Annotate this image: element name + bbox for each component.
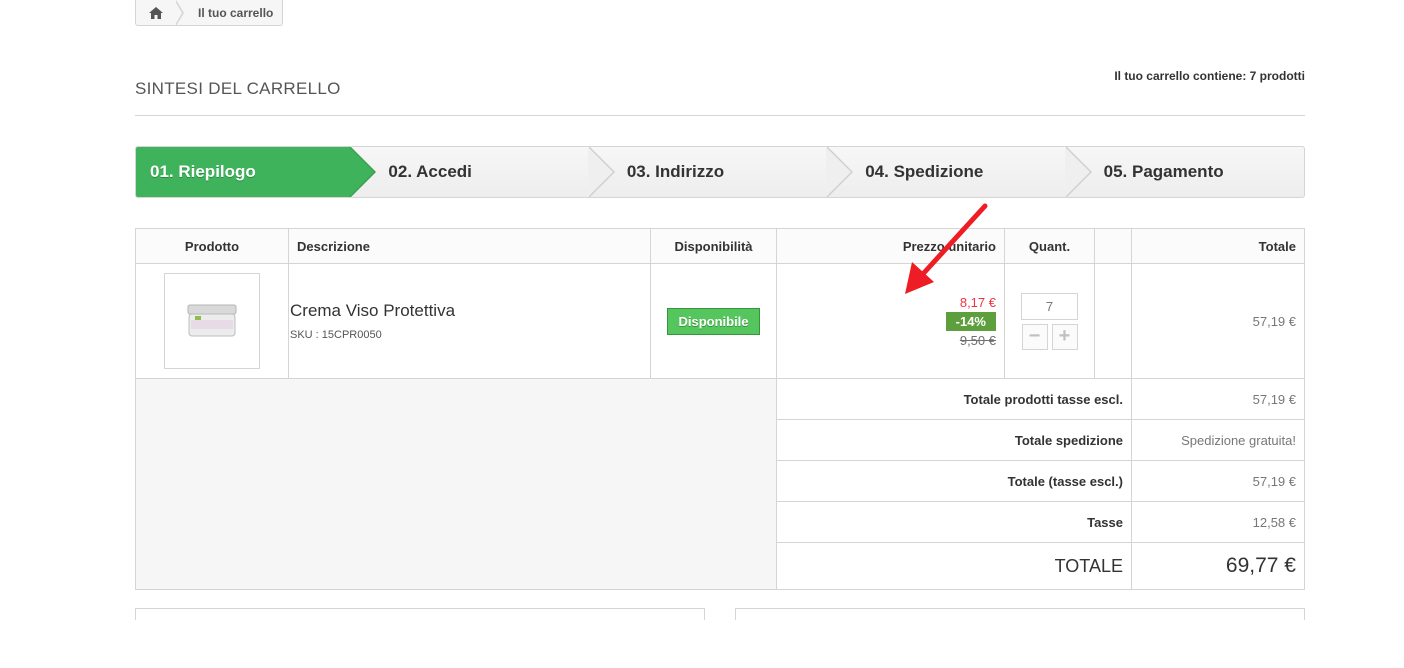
header-total: Totale <box>1131 228 1305 264</box>
total-excl-label: Totale (tasse escl.) <box>776 460 1132 502</box>
product-image[interactable] <box>164 273 260 369</box>
step-arrow <box>826 147 854 197</box>
breadcrumb-current: Il tuo carrello <box>198 5 274 20</box>
step-shipping[interactable]: 04. Spedizione <box>827 147 1092 197</box>
footer-row-products: Totale prodotti tasse escl. 57,19 € <box>135 378 1305 590</box>
cart-item-counter: Il tuo carrello contiene: 7 prodotti <box>1114 69 1305 83</box>
quantity-decrease-button[interactable]: − <box>1021 323 1048 350</box>
page-bottom-blank <box>0 620 1404 668</box>
total-shipping-label: Totale spedizione <box>776 419 1132 461</box>
quantity-cell: 7 − + <box>1004 263 1095 379</box>
step-label: 01. Riepilogo <box>150 162 256 181</box>
header-quantity: Quant. <box>1004 228 1095 264</box>
grand-total-value: 69,77 € <box>1131 542 1305 590</box>
product-image-cell <box>135 263 289 379</box>
tax-label: Tasse <box>776 501 1132 543</box>
step-label: 02. Accedi <box>388 162 472 181</box>
step-login[interactable]: 02. Accedi <box>350 147 615 197</box>
availability-cell: Disponibile <box>650 263 777 379</box>
step-label: 04. Spedizione <box>865 162 984 181</box>
delete-cell <box>1094 263 1132 379</box>
product-sku: SKU : 15CPR0050 <box>290 329 382 341</box>
step-label: 03. Indirizzo <box>626 162 725 181</box>
product-description-cell: Crema Viso Protettiva SKU : 15CPR0050 <box>288 263 651 379</box>
special-price: 8,17 € <box>959 294 996 310</box>
step-arrow <box>1064 147 1092 197</box>
quantity-increase-button[interactable]: + <box>1051 323 1078 350</box>
header-delete <box>1094 228 1132 264</box>
breadcrumb-separator <box>175 0 184 26</box>
heading-divider <box>135 115 1305 116</box>
product-name-link[interactable]: Crema Viso Protettiva <box>290 301 649 321</box>
total-excl-value: 57,19 € <box>1131 460 1305 502</box>
quantity-input[interactable]: 7 <box>1021 292 1078 320</box>
step-address[interactable]: 03. Indirizzo <box>589 147 854 197</box>
breadcrumb: Il tuo carrello <box>135 0 283 26</box>
step-arrow <box>349 147 377 197</box>
total-products-label: Totale prodotti tasse escl. <box>776 378 1132 420</box>
cart-summary-table: Prodotto Descrizione Disponibilità Prezz… <box>135 228 1305 590</box>
step-summary[interactable]: 01. Riepilogo <box>136 147 377 197</box>
checkout-steps: 01. Riepilogo 02. Accedi 03. Indirizzo 0… <box>135 146 1305 198</box>
unit-price-cell: 8,17 € -14% 9,50 € <box>776 263 1005 379</box>
minus-icon: − <box>1028 324 1041 347</box>
header-unit-price: Prezzo unitario <box>776 228 1005 264</box>
quantity-stepper: − + <box>1006 323 1093 350</box>
total-shipping-value: Spedizione gratuita! <box>1131 419 1305 461</box>
breadcrumb-home-link[interactable] <box>136 0 176 25</box>
plus-icon: + <box>1058 324 1071 347</box>
step-payment[interactable]: 05. Pagamento <box>1066 147 1304 197</box>
header-description: Descrizione <box>288 228 651 264</box>
discount-badge: -14% <box>945 311 996 331</box>
table-header-row: Prodotto Descrizione Disponibilità Prezz… <box>135 228 1305 264</box>
cream-jar-icon <box>187 304 237 337</box>
header-availability: Disponibilità <box>650 228 777 264</box>
header-product: Prodotto <box>135 228 289 264</box>
step-label: 05. Pagamento <box>1103 162 1224 181</box>
tax-value: 12,58 € <box>1131 501 1305 543</box>
availability-badge: Disponibile <box>667 307 760 335</box>
old-price: 9,50 € <box>959 332 996 348</box>
home-icon <box>149 6 163 19</box>
step-arrow <box>587 147 615 197</box>
grand-total-label: TOTALE <box>776 542 1132 590</box>
table-row: Crema Viso Protettiva SKU : 15CPR0050 Di… <box>135 263 1305 379</box>
total-products-value: 57,19 € <box>1131 378 1305 420</box>
row-total: 57,19 € <box>1131 263 1305 379</box>
footer-empty-area <box>135 378 777 590</box>
page-title: SINTESI DEL CARRELLO <box>135 79 341 99</box>
